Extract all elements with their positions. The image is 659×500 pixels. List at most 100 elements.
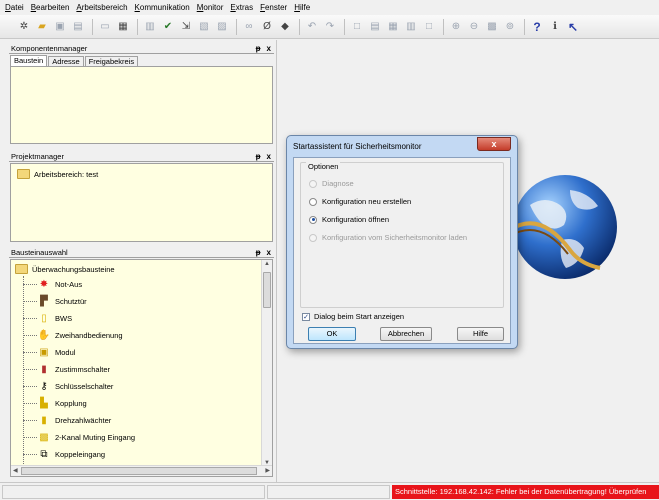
transfer-icon[interactable]: ▥ (142, 19, 158, 35)
scroll-up-icon[interactable]: ▲ (264, 261, 270, 267)
menu-bar: Datei Bearbeiten Arbeitsbereich Kommunik… (0, 0, 659, 15)
pin-icon[interactable]: ᵽ (256, 152, 261, 161)
fit-icon[interactable]: □ (421, 19, 437, 35)
light-curtain-icon: ▯ (41, 313, 47, 324)
scroll-right-icon[interactable]: ▶ (265, 467, 270, 474)
tree-item-workspace[interactable]: Arbeitsbereich: test (11, 168, 272, 180)
radio-button[interactable] (309, 197, 317, 206)
radio-konfiguration-neu[interactable]: Konfiguration neu erstellen (309, 197, 411, 206)
redo-icon[interactable]: ↷ (322, 19, 338, 35)
list-item[interactable]: ▯ BWS (11, 310, 272, 327)
speed-monitor-icon: ▮ (41, 415, 47, 426)
menu-datei[interactable]: Datei (3, 0, 29, 15)
diagnose-icon[interactable]: ∞ (241, 19, 257, 35)
menu-bearbeiten[interactable]: Bearbeiten (29, 0, 75, 15)
close-icon[interactable]: x (267, 152, 271, 161)
upload-icon[interactable]: ▨ (214, 19, 230, 35)
menu-kommunikation[interactable]: Kommunikation (133, 0, 195, 15)
bausteinauswahl-panel: Bausteinauswahl ᵽ x Überwachungsbaustein… (9, 247, 274, 479)
menu-monitor[interactable]: Monitor (195, 0, 229, 15)
coupling-input-icon: ⧉ (40, 449, 48, 460)
radio-button[interactable] (309, 233, 317, 242)
open-folder-icon[interactable]: ▰ (34, 19, 50, 35)
door-icon: ▛ (40, 296, 48, 307)
menu-arbeitsbereich[interactable]: Arbeitsbereich (74, 0, 132, 15)
vertical-scrollbar[interactable]: ▲ ▼ (261, 260, 272, 467)
list-item[interactable]: ⧉ Koppeleingang (11, 446, 272, 463)
list-item[interactable]: ▩ 2-Kanal Muting Eingang (11, 429, 272, 446)
folder-icon (17, 169, 30, 179)
status-bar: Schnittstelle: 192.168.42.142: Fehler be… (0, 482, 659, 500)
print-setup-icon[interactable]: ▦ (115, 19, 131, 35)
cascade-icon[interactable]: ▥ (403, 19, 419, 35)
print-icon[interactable]: ▭ (97, 19, 113, 35)
radio-diagnose[interactable]: Diagnose (309, 179, 354, 188)
menu-hilfe[interactable]: Hilfe (292, 0, 315, 15)
stop-icon[interactable]: ◆ (277, 19, 293, 35)
scroll-left-icon[interactable]: ◀ (13, 467, 18, 474)
window-icon[interactable]: □ (349, 19, 365, 35)
monitor-icon[interactable]: Ø (259, 19, 275, 35)
folder-icon (15, 264, 28, 274)
cancel-button[interactable]: Abbrechen (380, 327, 432, 341)
list-item[interactable]: ▮ Drehzahlwächter (11, 412, 272, 429)
radio-konfiguration-laden[interactable]: Konfiguration vom Sicherheitsmonitor lad… (309, 233, 467, 242)
compile-icon[interactable]: ⇲ (178, 19, 194, 35)
tab-freigabekreis[interactable]: Freigabekreis (84, 56, 139, 66)
start-wizard-dialog: Startassistent für Sicherheitsmonitor x … (286, 135, 518, 349)
block-tree: Überwachungsbausteine ✸ Not-Aus ▛ Schutz… (10, 259, 273, 477)
horizontal-scrollbar[interactable]: ◀ ▶ (11, 465, 272, 476)
radio-button[interactable] (309, 215, 317, 224)
komponentenmanager-panel: Komponentenmanager ᵽ x Baustein Adresse … (9, 43, 274, 150)
pin-icon[interactable]: ᵽ (256, 44, 261, 53)
grid-icon[interactable]: ▦ (385, 19, 401, 35)
close-icon[interactable]: x (267, 248, 271, 257)
globe-icon (510, 175, 617, 279)
zoom-reset-icon[interactable]: ⊚ (502, 19, 518, 35)
new-file-icon[interactable]: ✲ (16, 19, 32, 35)
check-icon[interactable]: ✔ (160, 19, 176, 35)
tree-item-ueberwachungsbausteine[interactable]: Überwachungsbausteine (11, 262, 272, 276)
list-item[interactable]: ▮ Zustimmschalter (11, 361, 272, 378)
scroll-thumb[interactable] (263, 272, 271, 308)
download-icon[interactable]: ▧ (196, 19, 212, 35)
zoom-fit-icon[interactable]: ▩ (484, 19, 500, 35)
undo-icon[interactable]: ↶ (304, 19, 320, 35)
list-item[interactable]: ▙ Kopplung (11, 395, 272, 412)
help-button[interactable]: Hilfe (457, 327, 504, 341)
list-item[interactable]: ▣ Modul (11, 344, 272, 361)
muting-icon: ▩ (39, 432, 49, 443)
list-item[interactable]: ✋ Zweihandbedienung (11, 327, 272, 344)
ok-button[interactable]: OK (308, 327, 356, 341)
enable-switch-icon: ▮ (41, 364, 47, 375)
menu-fenster[interactable]: Fenster (258, 0, 292, 15)
list-item[interactable]: ⚷ Schlüsselschalter (11, 378, 272, 395)
checkbox-icon[interactable]: ✓ (302, 312, 310, 321)
zoom-in-icon[interactable]: ⊕ (448, 19, 464, 35)
zoom-out-icon[interactable]: ⊖ (466, 19, 482, 35)
tab-baustein[interactable]: Baustein (10, 55, 48, 66)
radio-button[interactable] (309, 179, 317, 188)
help-icon[interactable]: ? (529, 19, 545, 35)
project-tree: Arbeitsbereich: test (10, 163, 273, 242)
dialog-title: Startassistent für Sicherheitsmonitor (293, 142, 422, 151)
close-icon[interactable]: x (267, 44, 271, 53)
scroll-thumb[interactable] (21, 467, 257, 475)
context-help-icon[interactable]: ↖ (565, 19, 581, 35)
tile-icon[interactable]: ▤ (367, 19, 383, 35)
menu-extras[interactable]: Extras (228, 0, 258, 15)
list-item[interactable]: ▛ Schutztür (11, 293, 272, 310)
dialog-close-button[interactable]: x (477, 137, 511, 151)
radio-konfiguration-oeffnen[interactable]: Konfiguration öffnen (309, 215, 389, 224)
show-on-start-checkbox[interactable]: ✓ Dialog beim Start anzeigen (302, 312, 404, 321)
list-item[interactable]: ✸ Not-Aus (11, 276, 272, 293)
komponenten-content (10, 66, 273, 144)
group-label: Optionen (306, 162, 341, 171)
save-as-icon[interactable]: ▤ (70, 19, 86, 35)
panel-title: Projektmanager (11, 151, 64, 161)
tab-adresse[interactable]: Adresse (48, 56, 84, 66)
info-icon[interactable]: ℹ (547, 19, 563, 35)
save-icon[interactable]: ▣ (52, 19, 68, 35)
key-icon: ⚷ (40, 381, 48, 392)
pin-icon[interactable]: ᵽ (256, 248, 261, 257)
